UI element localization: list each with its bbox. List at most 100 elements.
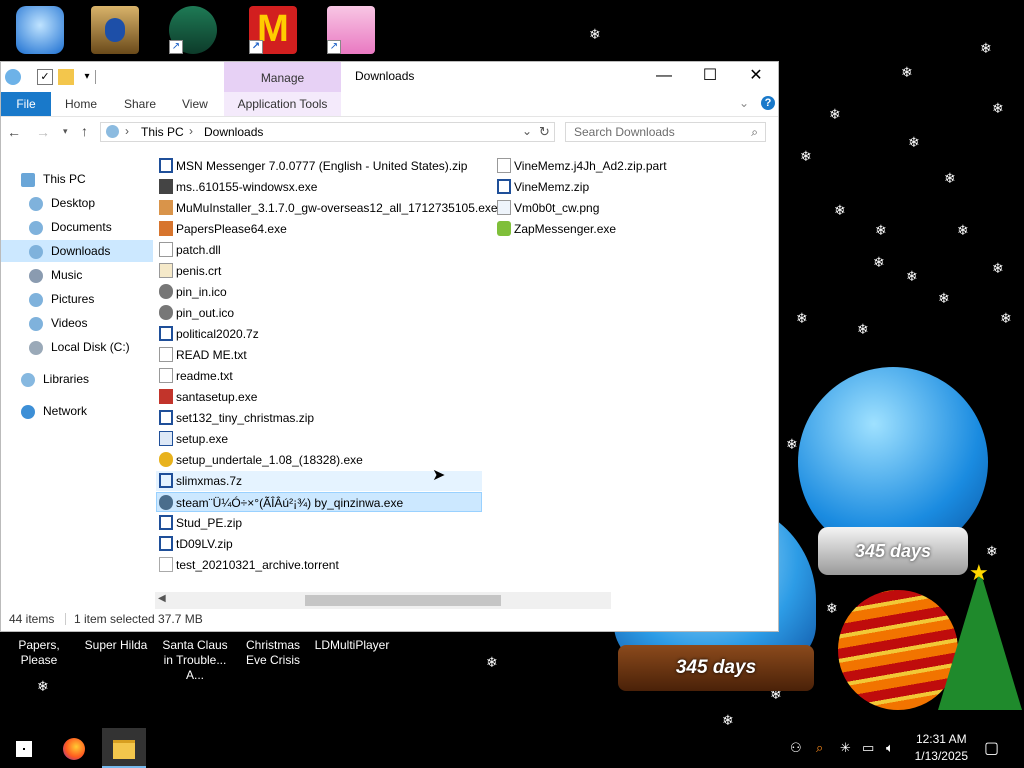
volume-tray-icon[interactable]: 🔈︎	[886, 740, 894, 756]
title-bar[interactable]: ✓ ▾ Manage Downloads — ☐ ✕	[1, 62, 778, 94]
file-item[interactable]: setup.exe	[159, 429, 228, 449]
file-item[interactable]: santasetup.exe	[159, 387, 257, 407]
nav-item-downloads[interactable]: Downloads	[1, 240, 153, 262]
desktop-icon-mcdonalds[interactable]: M ↗	[235, 6, 311, 54]
breadcrumb-downloads[interactable]: Downloads	[204, 125, 263, 139]
search-tray-icon[interactable]: ⌕	[816, 740, 823, 756]
nav-item-local-disk[interactable]: Local Disk (C:)	[29, 336, 153, 358]
desktop-icon-super-hilda[interactable]: Super Hilda	[78, 634, 154, 653]
nav-item-libraries[interactable]: Libraries	[21, 368, 153, 390]
nav-item-desktop[interactable]: Desktop	[29, 192, 153, 214]
file-item[interactable]: penis.crt	[159, 261, 221, 281]
steam-exe-icon	[159, 495, 173, 510]
file-item[interactable]: political2020.7z	[159, 324, 259, 344]
file-name: MuMuInstaller_3.1.7.0_gw-overseas12_all_…	[176, 201, 498, 215]
snowflake: ❄	[901, 65, 913, 81]
file-item[interactable]: VineMemz.j4Jh_Ad2.zip.part	[497, 156, 667, 176]
desktop-icon-ldmultiplayer[interactable]: LDMultiPlayer	[312, 634, 392, 653]
file-item[interactable]: MSN Messenger 7.0.0777 (English - United…	[159, 156, 467, 176]
properties-quick-icon[interactable]: ✓	[37, 69, 53, 85]
file-item[interactable]: ZapMessenger.exe	[497, 219, 616, 239]
file-item[interactable]: readme.txt	[159, 366, 233, 386]
pig-game-shortcut-icon: ↗	[327, 6, 375, 54]
expand-ribbon-icon[interactable]: ⌄	[739, 96, 749, 110]
tab-home[interactable]: Home	[65, 92, 97, 116]
desktop-icon-christmas-eve[interactable]: Christmas Eve Crisis	[235, 634, 311, 668]
tab-file[interactable]: File	[1, 92, 51, 116]
tab-application-tools[interactable]: Application Tools	[224, 92, 341, 116]
start-button[interactable]	[2, 728, 46, 768]
snowflake-tray-icon[interactable]: ✳	[840, 740, 851, 756]
scroll-left-icon[interactable]: ◀	[158, 593, 166, 604]
people-tray-icon[interactable]: ⚇	[790, 740, 802, 756]
nav-item-documents[interactable]: Documents	[29, 216, 153, 238]
desktop-icon-papers-please[interactable]: Papers, Please	[1, 634, 77, 668]
search-input[interactable]: Search Downloads ⌕	[565, 122, 766, 142]
desktop-icon-anime-game[interactable]: ↗	[155, 6, 231, 54]
address-dropdown-chevron-icon[interactable]: ⌄	[522, 124, 532, 138]
videos-folder-icon	[29, 316, 43, 331]
scrollbar-thumb[interactable]	[305, 595, 501, 606]
breadcrumb-this-pc[interactable]: This PC	[141, 125, 184, 139]
network-tray-icon[interactable]: ▭	[862, 740, 874, 756]
tab-share[interactable]: Share	[124, 92, 156, 116]
file-item[interactable]: PapersPlease64.exe	[159, 219, 287, 239]
taskbar-firefox[interactable]	[52, 728, 96, 768]
file-name: setup_undertale_1.08_(18328).exe	[176, 453, 363, 467]
snowflake: ❄	[1000, 311, 1012, 327]
file-item-selected[interactable]: steam¨Ü¼Ó÷×°(ÃÎÂú²¡¾) by_qinzinwa.exe	[156, 492, 482, 512]
snowflake: ❄	[992, 261, 1004, 277]
window-title: Downloads	[355, 69, 415, 83]
explorer-window[interactable]: ✓ ▾ Manage Downloads — ☐ ✕ File Home Sha…	[0, 61, 779, 632]
file-item[interactable]: READ ME.txt	[159, 345, 247, 365]
file-item[interactable]: test_20210321_archive.torrent	[159, 555, 339, 575]
manage-context-tab[interactable]: Manage	[224, 62, 341, 94]
nav-item-videos[interactable]: Videos	[29, 312, 153, 334]
refresh-icon[interactable]: ↻	[539, 124, 550, 140]
taskbar-file-explorer[interactable]	[102, 728, 146, 768]
desktop-icon-santa-claus[interactable]: Santa Claus in Trouble... A...	[157, 634, 233, 683]
taskbar: ⚇ ⌕ ✳ ▭ 🔈︎ 12:31 AM 1/13/2025 ▢	[0, 728, 1024, 768]
nav-item-network[interactable]: Network	[21, 400, 153, 422]
desktop-icon-label: Christmas Eve Crisis	[245, 638, 300, 667]
snow-globe-gadget-large[interactable]: 345 days	[796, 367, 992, 587]
recent-locations-chevron-icon[interactable]: ▾	[63, 126, 68, 137]
desktop-icon-imac[interactable]	[2, 6, 78, 54]
file-item[interactable]: MuMuInstaller_3.1.7.0_gw-overseas12_all_…	[159, 198, 498, 218]
desktop-icon-player[interactable]	[77, 6, 153, 54]
close-button[interactable]: ✕	[733, 62, 779, 90]
navigation-bar: ← → ▾ ↑ › This PC › Downloads ⌄ ↻ Search…	[1, 120, 778, 146]
help-icon[interactable]: ?	[761, 96, 775, 110]
up-arrow-icon[interactable]: ↑	[81, 123, 88, 139]
file-item[interactable]: pin_out.ico	[159, 303, 234, 323]
file-item[interactable]: Stud_PE.zip	[159, 513, 242, 533]
tab-view[interactable]: View	[182, 92, 208, 116]
forward-arrow-icon[interactable]: →	[36, 124, 50, 140]
snowflake: ❄	[980, 41, 992, 57]
globe-counter: 345 days	[618, 645, 814, 691]
file-item[interactable]: Vm0b0t_cw.png	[497, 198, 599, 218]
file-item[interactable]: pin_in.ico	[159, 282, 227, 302]
clock[interactable]: 12:31 AM 1/13/2025	[915, 731, 968, 765]
maximize-button[interactable]: ☐	[687, 62, 733, 90]
minimize-button[interactable]: —	[641, 62, 687, 90]
nav-item-this-pc[interactable]: This PC	[21, 168, 153, 190]
file-item[interactable]: VineMemz.zip	[497, 177, 589, 197]
desktop-icon-pig-game[interactable]: ↗	[313, 6, 389, 54]
installer-icon	[159, 179, 173, 194]
back-arrow-icon[interactable]: ←	[7, 124, 21, 140]
file-item[interactable]: set132_tiny_christmas.zip	[159, 408, 314, 428]
address-bar[interactable]: › This PC › Downloads ⌄ ↻	[100, 122, 555, 142]
new-folder-quick-icon[interactable]	[58, 69, 74, 85]
zip-icon	[159, 158, 173, 173]
file-item[interactable]: ms..610155-windowsx.exe	[159, 177, 317, 197]
file-item[interactable]: setup_undertale_1.08_(18328).exe	[159, 450, 363, 470]
file-item[interactable]: tD09LV.zip	[159, 534, 233, 554]
chevron-down-icon[interactable]: ▾	[79, 69, 95, 85]
explorer-app-icon[interactable]	[5, 69, 21, 85]
notifications-icon[interactable]: ▢	[984, 738, 999, 758]
nav-item-music[interactable]: Music	[29, 264, 153, 286]
nav-item-pictures[interactable]: Pictures	[29, 288, 153, 310]
file-item[interactable]: patch.dll	[159, 240, 221, 260]
file-name: pin_out.ico	[176, 306, 235, 320]
